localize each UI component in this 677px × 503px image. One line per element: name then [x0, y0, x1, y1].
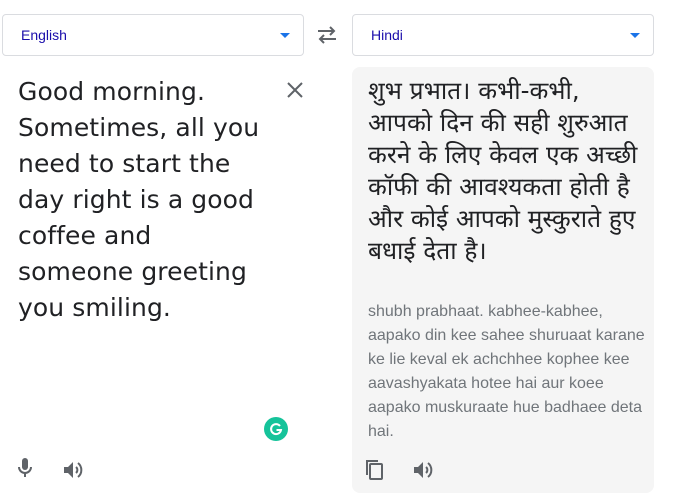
source-language-label: English	[21, 27, 67, 43]
target-language-label: Hindi	[371, 27, 403, 43]
translation-panel: शुभ प्रभात। कभी-कभी, आपको दिन की सही शुर…	[352, 67, 654, 493]
translated-text: शुभ प्रभात। कभी-कभी, आपको दिन की सही शुर…	[368, 76, 638, 265]
microphone-icon	[18, 458, 32, 477]
transliteration-text: shubh prabhaat. kabhee-kabhee, aapako di…	[368, 303, 645, 440]
chevron-down-icon	[280, 33, 290, 38]
swap-arrows-icon	[318, 26, 336, 44]
microphone-button[interactable]	[15, 456, 35, 480]
copy-icon	[366, 460, 383, 480]
clear-source-button[interactable]	[284, 79, 306, 101]
speaker-icon	[414, 462, 433, 478]
copy-translation-button[interactable]	[364, 458, 386, 482]
chevron-down-icon	[630, 33, 640, 38]
source-text-input[interactable]: Good morning. Sometimes, all you need to…	[18, 74, 270, 326]
listen-translation-button[interactable]	[412, 459, 434, 481]
target-language-select[interactable]: Hindi	[352, 14, 654, 56]
grammarly-icon[interactable]	[264, 417, 288, 441]
close-icon	[287, 82, 303, 98]
speaker-icon	[64, 462, 83, 478]
source-language-select[interactable]: English	[2, 14, 304, 56]
listen-source-button[interactable]	[62, 459, 84, 481]
swap-languages-button[interactable]	[314, 24, 340, 46]
